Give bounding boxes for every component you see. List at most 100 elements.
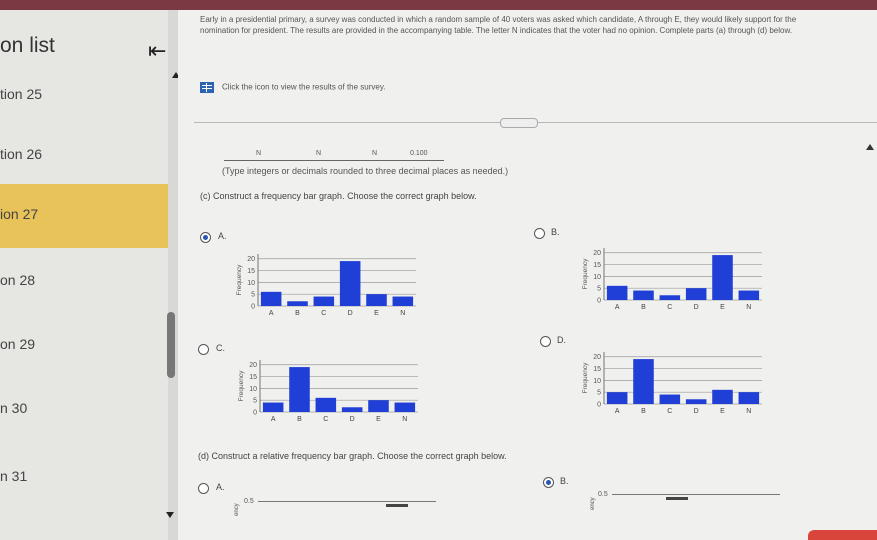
sidebar-scrollbar[interactable] bbox=[167, 312, 175, 378]
bar-A bbox=[260, 291, 282, 306]
bar-C bbox=[313, 296, 335, 306]
answer-value: N bbox=[372, 150, 378, 157]
y-tick-label: 5 bbox=[597, 390, 601, 397]
relative-frequency-tick: 0.5 bbox=[598, 491, 608, 498]
answer-value: N bbox=[316, 150, 322, 157]
option-a-radio[interactable] bbox=[200, 232, 211, 243]
x-tick-label: E bbox=[720, 408, 725, 415]
y-tick-label: 10 bbox=[247, 280, 255, 287]
bar-D bbox=[339, 261, 361, 306]
sidebar-scroll-down-icon[interactable] bbox=[166, 512, 174, 518]
collapse-left-icon[interactable]: ⇤ bbox=[148, 40, 166, 62]
x-tick-label: N bbox=[746, 304, 751, 311]
y-tick-label: 10 bbox=[593, 274, 601, 281]
bar-C bbox=[315, 397, 337, 412]
x-tick-label: B bbox=[297, 416, 302, 423]
question-list-sidebar: on list tion 25 tion 26 ion 27 on 28 on … bbox=[0, 10, 168, 540]
y-axis-label: Frequency bbox=[582, 258, 589, 289]
bar-B bbox=[633, 359, 654, 404]
option-c-radio[interactable] bbox=[198, 344, 209, 355]
sidebar-item-question-29[interactable]: on 29 bbox=[0, 314, 168, 378]
frequency-chart-option-b: 0 5 10 15 20 Frequency A B C D E N bbox=[580, 242, 776, 314]
sidebar-item-question-25[interactable]: tion 25 bbox=[0, 64, 168, 128]
option-b-radio[interactable] bbox=[534, 228, 545, 239]
y-tick-label: 0 bbox=[597, 298, 601, 305]
bar-N bbox=[392, 296, 414, 306]
sidebar-item-question-31[interactable]: n 31 bbox=[0, 446, 168, 510]
y-axis-label: Frequency bbox=[236, 264, 243, 295]
x-tick-label: B bbox=[295, 310, 300, 317]
bar-N bbox=[738, 392, 760, 404]
x-tick-label: N bbox=[400, 310, 405, 317]
x-tick-label: C bbox=[667, 408, 672, 415]
x-tick-label: B bbox=[641, 408, 646, 415]
relative-frequency-axis-label: ency bbox=[590, 497, 596, 510]
relative-frequency-axis-label: ency bbox=[234, 503, 240, 516]
option-c-label: C. bbox=[216, 343, 225, 353]
sidebar-item-label: tion 26 bbox=[0, 146, 43, 162]
x-tick-label: C bbox=[321, 310, 326, 317]
bar-B bbox=[289, 367, 310, 412]
x-tick-label: N bbox=[746, 408, 751, 415]
table-grid-icon[interactable] bbox=[200, 82, 214, 93]
panel-scroll-up-icon[interactable] bbox=[866, 144, 874, 150]
bar-B bbox=[287, 301, 308, 306]
x-tick-label: N bbox=[402, 416, 407, 423]
sidebar-item-question-26[interactable]: tion 26 bbox=[0, 124, 168, 188]
y-axis-label: Frequency bbox=[582, 362, 589, 393]
bar-D bbox=[685, 399, 707, 404]
bar-A bbox=[606, 392, 628, 404]
bar-D bbox=[341, 407, 363, 412]
x-tick-label: E bbox=[374, 310, 379, 317]
y-tick-label: 0 bbox=[251, 304, 255, 311]
relative-frequency-gridline bbox=[258, 501, 436, 502]
option-d-label: D. bbox=[557, 335, 566, 345]
top-bar bbox=[0, 0, 877, 10]
option-b-label: B. bbox=[551, 227, 560, 237]
question-panel: Early in a presidential primary, a surve… bbox=[178, 10, 877, 540]
bar-B bbox=[633, 290, 654, 300]
relative-frequency-gridline bbox=[612, 494, 780, 495]
part-d-option-a-radio[interactable] bbox=[198, 483, 209, 494]
bar-E bbox=[712, 389, 733, 404]
x-tick-label: C bbox=[667, 304, 672, 311]
sidebar-item-question-30[interactable]: n 30 bbox=[0, 378, 168, 442]
x-tick-label: A bbox=[271, 416, 276, 423]
y-tick-label: 20 bbox=[247, 256, 255, 263]
x-tick-label: A bbox=[615, 304, 620, 311]
divider-drag-handle[interactable] bbox=[500, 118, 538, 128]
x-tick-label: A bbox=[269, 310, 274, 317]
problem-statement: Early in a presidential primary, a surve… bbox=[200, 15, 797, 35]
sidebar-item-label: n 31 bbox=[0, 468, 28, 484]
x-tick-label: D bbox=[694, 408, 699, 415]
bar-C bbox=[659, 394, 681, 404]
sidebar-item-label: on 29 bbox=[0, 336, 36, 352]
relative-frequency-bar bbox=[666, 497, 688, 500]
x-tick-label: E bbox=[376, 416, 381, 423]
part-d-option-b-radio[interactable] bbox=[543, 477, 554, 488]
sidebar-item-question-27[interactable]: ion 27 bbox=[0, 184, 168, 248]
x-tick-label: C bbox=[323, 416, 328, 423]
y-tick-label: 20 bbox=[593, 250, 601, 257]
frequency-chart-option-d: 0 5 10 15 20 Frequency A B C D E N bbox=[580, 346, 776, 418]
bar-A bbox=[262, 402, 284, 412]
y-tick-label: 15 bbox=[247, 268, 255, 275]
view-results-row[interactable]: Click the icon to view the results of th… bbox=[200, 82, 385, 93]
frequency-chart-option-a: 0 5 10 15 20 Frequency A B C D E N bbox=[234, 248, 430, 320]
relative-frequency-tick: 0.5 bbox=[244, 498, 254, 505]
sidebar-item-label: n 30 bbox=[0, 400, 28, 416]
y-tick-label: 15 bbox=[593, 366, 601, 373]
y-tick-label: 0 bbox=[597, 402, 601, 409]
y-tick-label: 15 bbox=[249, 374, 257, 381]
option-d-radio[interactable] bbox=[540, 336, 551, 347]
answer-value: 0.100 bbox=[410, 150, 428, 157]
bar-E bbox=[712, 255, 733, 300]
next-button[interactable] bbox=[808, 530, 877, 540]
y-tick-label: 5 bbox=[251, 292, 255, 299]
part-c-question: (c) Construct a frequency bar graph. Cho… bbox=[200, 191, 477, 201]
y-tick-label: 5 bbox=[253, 398, 257, 405]
x-tick-label: D bbox=[348, 310, 353, 317]
sidebar-item-question-28[interactable]: on 28 bbox=[0, 250, 168, 314]
x-tick-label: D bbox=[694, 304, 699, 311]
bar-E bbox=[366, 294, 387, 306]
